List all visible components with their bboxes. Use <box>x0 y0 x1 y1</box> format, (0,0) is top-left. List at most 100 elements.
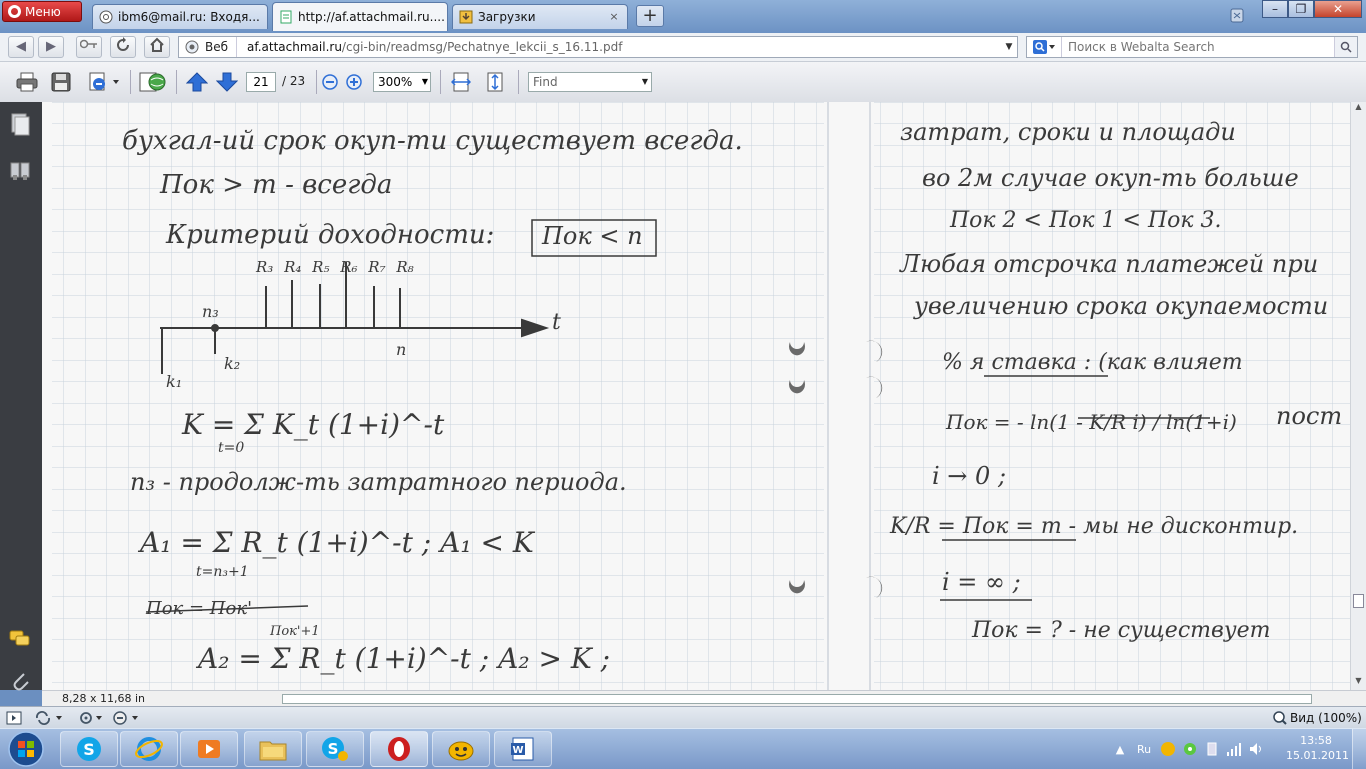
forward-button[interactable]: ▶ <box>38 36 64 58</box>
network-signal-icon[interactable] <box>1226 741 1242 757</box>
tab-downloads[interactable]: Загрузки × <box>452 4 628 29</box>
taskbar-skype[interactable]: S <box>60 731 118 767</box>
tab-mail[interactable]: ibm6@mail.ru: Входя... <box>92 4 268 29</box>
scroll-down-icon[interactable]: ▼ <box>1352 676 1365 690</box>
note-line: во 2м случае окуп-ть больше <box>922 164 1299 192</box>
address-prefix[interactable]: Веб <box>179 37 238 57</box>
note-line: Пок'+1 <box>270 624 320 639</box>
download-tab-icon <box>459 10 473 24</box>
address-field[interactable]: Веб af.attachmail.ru/cgi-bin/readmsg/Pec… <box>178 36 1018 58</box>
mail-agent-tray-icon[interactable] <box>1160 741 1176 757</box>
window-close-button[interactable]: ✕ <box>1314 0 1362 18</box>
note-line: Пок 2 < Пок 1 < Пок 3. <box>950 208 1222 233</box>
next-page-button[interactable] <box>214 70 240 94</box>
unite-icon[interactable] <box>112 710 142 726</box>
back-button[interactable]: ◀ <box>8 36 34 58</box>
show-hidden-icons-icon[interactable]: ▲ <box>1112 741 1128 757</box>
document-tab-icon <box>279 10 293 24</box>
note-line: t=0 <box>218 440 245 456</box>
sync-icon[interactable] <box>34 710 64 726</box>
tab-title: http://af.attachmail.ru.... <box>298 10 445 24</box>
search-go-button[interactable] <box>1334 37 1357 57</box>
previous-page-button[interactable] <box>184 70 210 94</box>
taskbar-explorer[interactable] <box>244 731 302 767</box>
note-line: Любая отсрочка платежей при <box>900 250 1319 278</box>
search-engine-selector[interactable] <box>1027 37 1062 57</box>
note-line: A₁ = Σ R_t (1+i)^-t ; A₁ < K <box>140 526 534 559</box>
reload-button[interactable] <box>110 36 136 58</box>
new-tab-button[interactable]: + <box>636 5 664 27</box>
device-tray-icon[interactable] <box>1204 741 1220 757</box>
zoom-out-button[interactable] <box>320 70 340 94</box>
horizontal-scrollbar[interactable] <box>282 694 1312 704</box>
attachments-panel-icon[interactable] <box>7 668 33 694</box>
scroll-thumb[interactable] <box>1353 594 1364 608</box>
zoom-in-button[interactable] <box>344 70 364 94</box>
scroll-up-icon[interactable]: ▲ <box>1352 102 1365 116</box>
tab-pdf[interactable]: http://af.attachmail.ru.... <box>272 2 448 31</box>
document-status-bar: 8,28 x 11,68 in <box>42 690 1366 707</box>
home-icon <box>150 37 164 52</box>
taskbar-media-player[interactable] <box>180 731 238 767</box>
taskbar-opera[interactable] <box>370 731 428 767</box>
opera-icon <box>388 737 410 761</box>
page-number-input[interactable]: 21 <box>246 72 276 92</box>
save-button[interactable] <box>48 70 74 94</box>
page-size-label: 8,28 x 11,68 in <box>62 692 146 705</box>
panel-toggle-icon[interactable] <box>6 710 22 726</box>
note-line: i → 0 ; <box>932 462 1007 490</box>
home-button[interactable] <box>144 36 170 58</box>
share-document-icon <box>89 72 119 91</box>
taskbar-skype-tools[interactable]: S <box>306 731 364 767</box>
address-dropdown-icon[interactable]: ▼ <box>1001 42 1017 52</box>
find-placeholder: Find <box>533 75 558 89</box>
zoom-view-label: Вид (100%) <box>1290 711 1362 725</box>
taskbar-internet-explorer[interactable] <box>120 731 178 767</box>
pdf-document-view[interactable]: бухгал-ий срок окуп-ти существует всегда… <box>42 102 1350 690</box>
search-field[interactable] <box>1026 36 1358 58</box>
note-line: Пок = Пок' <box>146 598 253 619</box>
acrobat-globe-icon <box>139 72 166 92</box>
find-dropdown-icon: ▼ <box>641 77 648 86</box>
zoom-select[interactable]: 300% ▼ <box>373 72 431 92</box>
share-button[interactable] <box>84 70 124 94</box>
opera-menu-button[interactable]: Меню <box>2 1 82 22</box>
comments-panel-icon[interactable] <box>7 626 33 652</box>
show-desktop-button[interactable] <box>1352 729 1366 769</box>
zoom-value: 300% <box>378 75 413 89</box>
system-clock[interactable]: 13:58 15.01.2011 <box>1286 733 1349 763</box>
flower-tray-icon[interactable] <box>1182 741 1198 757</box>
search-input[interactable] <box>1062 39 1334 55</box>
volume-icon[interactable] <box>1248 741 1264 757</box>
print-button[interactable] <box>14 70 40 94</box>
page-total: / 23 <box>282 74 306 88</box>
note-line: A₂ = Σ R_t (1+i)^-t ; A₂ > K ; <box>198 642 611 675</box>
trash-icon[interactable] <box>1228 6 1246 24</box>
taskbar-word[interactable]: W <box>494 731 552 767</box>
minimize-button[interactable]: – <box>1262 0 1288 18</box>
tab-close-icon[interactable]: × <box>607 10 621 24</box>
acrobat-online-button[interactable] <box>138 70 168 94</box>
handwritten-notes: бухгал-ий срок окуп-ти существует всегда… <box>42 102 1350 690</box>
fit-page-button[interactable] <box>482 70 508 94</box>
pdf-sidebar <box>0 102 42 691</box>
fit-width-button[interactable] <box>448 70 474 94</box>
pages-panel-icon[interactable] <box>7 112 33 138</box>
address-prefix-label: Веб <box>205 40 229 54</box>
turbo-icon[interactable] <box>78 710 108 726</box>
find-input[interactable]: Find ▼ <box>528 72 652 92</box>
tab-title: ibm6@mail.ru: Входя... <box>118 10 260 24</box>
note-line: t=n₃+1 <box>196 564 249 580</box>
start-button[interactable] <box>4 730 48 768</box>
address-url[interactable]: af.attachmail.ru/cgi-bin/readmsg/Pechatn… <box>237 40 1001 54</box>
taskbar-mail-agent[interactable] <box>432 731 490 767</box>
maximize-button[interactable]: ❐ <box>1288 0 1314 18</box>
vertical-scrollbar[interactable]: ▲ ▼ <box>1350 102 1366 690</box>
language-indicator[interactable]: Ru <box>1134 741 1154 757</box>
note-line: Пок = ? - не существует <box>972 618 1271 643</box>
note-line: n₃ - продолж-ть затратного периода. <box>130 468 627 496</box>
zoom-view-button[interactable]: Вид (100%) <box>1272 710 1362 726</box>
wand-key-button[interactable] <box>76 36 102 58</box>
tab-title: Загрузки <box>478 10 536 24</box>
bookmarks-panel-icon[interactable] <box>7 158 33 184</box>
